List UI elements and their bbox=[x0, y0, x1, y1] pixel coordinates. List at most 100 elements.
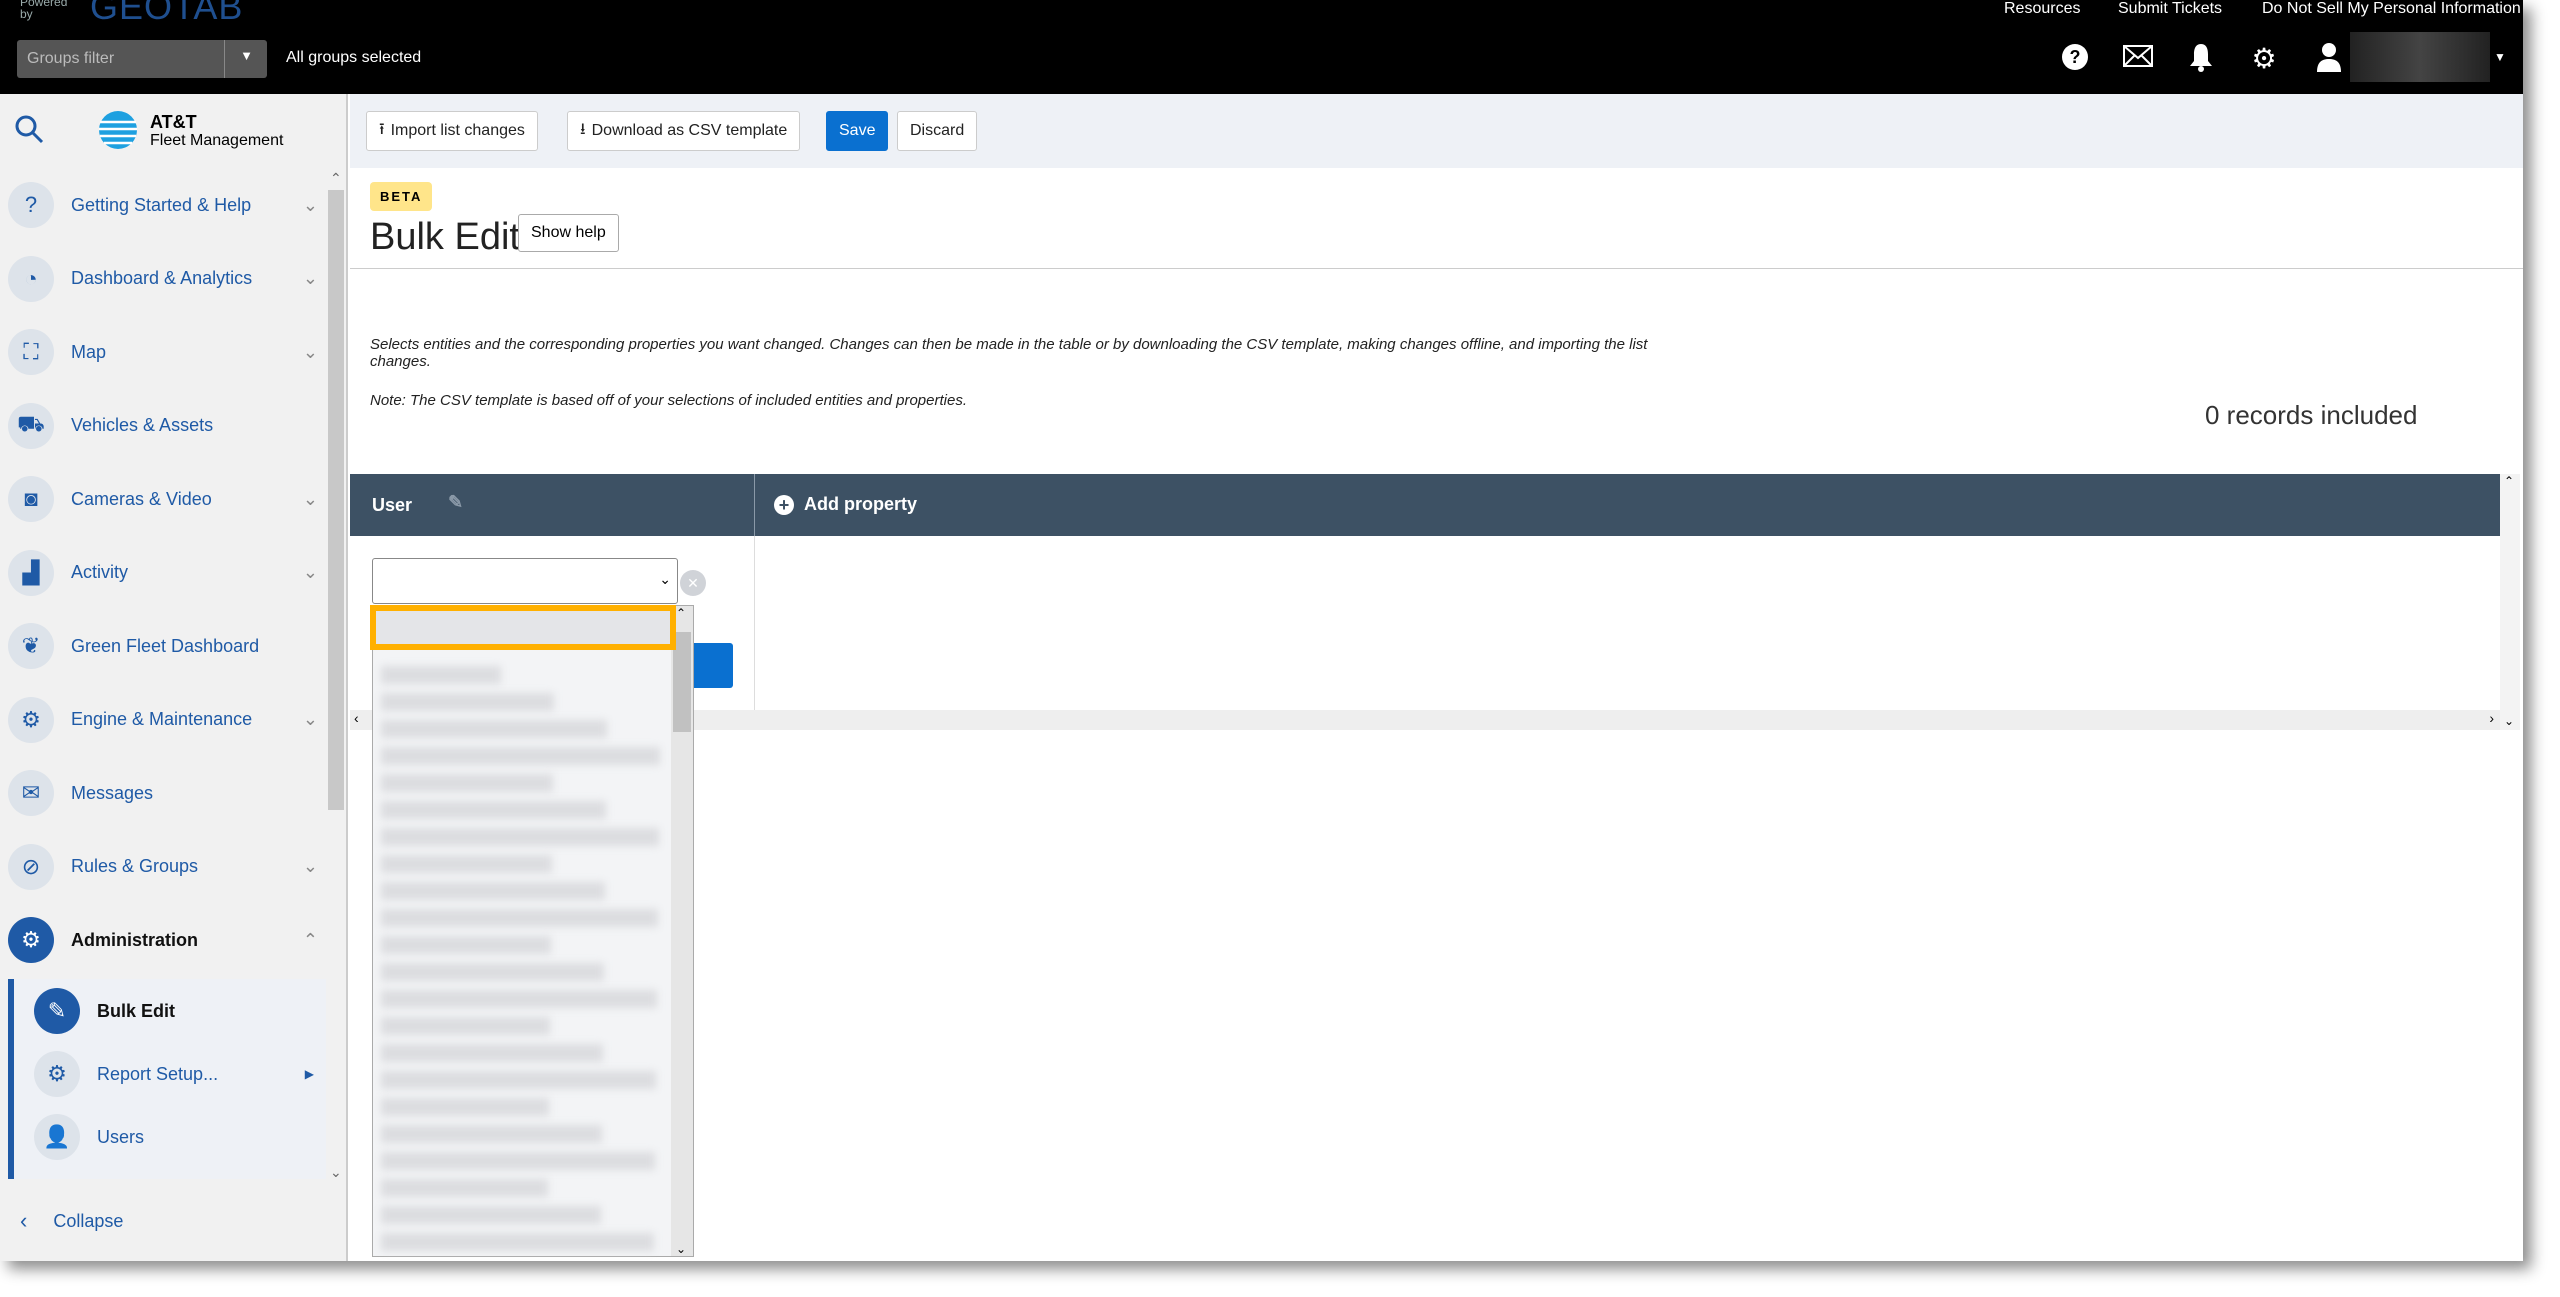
sidebar-scrollbar[interactable] bbox=[328, 190, 344, 810]
redacted-option[interactable] bbox=[381, 1044, 603, 1062]
dropdown-scrollbar[interactable]: ⌃ ⌄ bbox=[671, 606, 693, 1256]
vertical-scrollbar[interactable]: ⌃ ⌄ bbox=[2500, 474, 2520, 730]
sidebar-subitem[interactable]: ⚙ Report Setup... ▶ bbox=[34, 1049, 314, 1099]
import-list-changes-button[interactable]: ⭱ Import list changes bbox=[366, 111, 538, 151]
chevron-down-icon[interactable]: ⌄ bbox=[303, 709, 318, 730]
redacted-option[interactable] bbox=[381, 1152, 655, 1170]
highlighted-option[interactable] bbox=[370, 605, 676, 650]
sidebar-item-cameras-video[interactable]: ◙ Cameras & Video ⌄ bbox=[8, 474, 318, 524]
redacted-option[interactable] bbox=[381, 720, 607, 738]
sidebar-subitem-label: Report Setup... bbox=[97, 1063, 219, 1084]
save-button[interactable]: Save bbox=[826, 111, 889, 151]
main-content: ⭱ Import list changes ⭳ Download as CSV te… bbox=[350, 94, 2523, 1261]
sidebar-item-label: Getting Started & Help bbox=[71, 194, 252, 215]
sidebar-item-engine-maintenance[interactable]: ⚙ Engine & Maintenance ⌄ bbox=[8, 695, 318, 745]
chevron-down-icon[interactable]: ⌄ bbox=[303, 856, 318, 877]
redacted-option[interactable] bbox=[381, 1098, 549, 1116]
chevron-down-icon[interactable]: ⌄ bbox=[303, 562, 318, 583]
collapse-button[interactable]: ‹ Collapse bbox=[20, 1208, 123, 1234]
clear-icon[interactable]: ✕ bbox=[680, 570, 706, 596]
sidebar-item-green-fleet-dashboard[interactable]: ❦ Green Fleet Dashboard bbox=[8, 621, 318, 671]
download-csv-button[interactable]: ⭳ Download as CSV template bbox=[567, 111, 801, 151]
user-icon[interactable] bbox=[2312, 42, 2346, 76]
scroll-down-icon[interactable]: ⌄ bbox=[330, 1164, 342, 1181]
sidebar-item-activity[interactable]: ▟ Activity ⌄ bbox=[8, 548, 318, 598]
report-setup-icon: ⚙ bbox=[34, 1051, 80, 1097]
sidebar-item-label: Engine & Maintenance bbox=[71, 709, 253, 729]
add-property-button[interactable]: + Add property bbox=[774, 494, 917, 515]
collapse-label: Collapse bbox=[53, 1210, 124, 1231]
sidebar-subitem[interactable]: ✎ Bulk Edit bbox=[34, 986, 314, 1036]
mail-icon: ✉ bbox=[8, 770, 54, 816]
sidebar-item-messages[interactable]: ✉ Messages bbox=[8, 768, 318, 818]
engine-icon: ⚙ bbox=[8, 696, 54, 743]
resources-link[interactable]: Resources bbox=[2004, 0, 2080, 18]
mail-icon[interactable] bbox=[2121, 42, 2155, 76]
plus-circle-icon: + bbox=[774, 494, 794, 515]
sidebar-item-label: Messages bbox=[71, 782, 154, 803]
user-dropdown-list[interactable]: ⌃ ⌄ bbox=[372, 605, 694, 1257]
bell-icon[interactable] bbox=[2184, 42, 2218, 76]
divider bbox=[350, 268, 2523, 269]
caret-down-icon[interactable]: ▼ bbox=[240, 48, 253, 63]
redacted-option[interactable] bbox=[381, 747, 660, 765]
chevron-down-icon[interactable]: ⌄ bbox=[303, 268, 318, 289]
sidebar-subitem[interactable]: 👤 Users bbox=[34, 1112, 314, 1162]
att-globe-icon bbox=[98, 110, 138, 155]
redacted-option[interactable] bbox=[381, 882, 605, 900]
redacted-option[interactable] bbox=[381, 1206, 601, 1224]
discard-button[interactable]: Discard bbox=[897, 111, 978, 151]
chevron-down-icon[interactable]: ⌄ bbox=[303, 195, 318, 216]
redacted-option[interactable] bbox=[381, 1179, 548, 1197]
redacted-option[interactable] bbox=[381, 1071, 656, 1089]
redacted-option[interactable] bbox=[381, 909, 658, 927]
caret-down-icon[interactable]: ▼ bbox=[2494, 50, 2506, 64]
leaf-icon: ❦ bbox=[8, 623, 54, 669]
chevron-down-icon[interactable]: ⌄ bbox=[303, 489, 318, 510]
redacted-option[interactable] bbox=[381, 828, 659, 846]
pencil-icon[interactable]: ✎ bbox=[448, 492, 463, 513]
user-select[interactable]: ⌄ bbox=[372, 558, 678, 604]
bulk-edit-icon: ✎ bbox=[34, 988, 80, 1034]
chevron-up-icon[interactable]: ⌃ bbox=[303, 930, 318, 951]
help-icon: ? bbox=[8, 182, 54, 228]
top-bar: Powered by GEOTAB Groups filter ▼ All gro… bbox=[0, 0, 2523, 94]
sidebar-item-map[interactable]: ⛶ Map ⌄ bbox=[8, 327, 318, 377]
sidebar-item-vehicles-assets[interactable]: ⛟ Vehicles & Assets bbox=[8, 401, 318, 451]
sidebar-item-getting-started-help[interactable]: ? Getting Started & Help ⌄ bbox=[8, 180, 318, 230]
redacted-option[interactable] bbox=[381, 801, 606, 819]
toolbar: ⭱ Import list changes ⭳ Download as CSV te… bbox=[350, 94, 2523, 168]
redacted-option[interactable] bbox=[381, 774, 553, 792]
sidebar-item-label: Administration bbox=[71, 929, 199, 950]
sidebar-item-rules-groups[interactable]: ⊘ Rules & Groups ⌄ bbox=[8, 842, 318, 892]
chevron-down-icon[interactable]: ⌄ bbox=[303, 342, 318, 363]
redacted-option[interactable] bbox=[381, 936, 551, 954]
redacted-option[interactable] bbox=[381, 855, 552, 873]
truck-icon: ⛟ bbox=[8, 402, 54, 449]
camera-icon: ◙ bbox=[8, 476, 54, 522]
submit-tickets-link[interactable]: Submit Tickets bbox=[2118, 0, 2222, 18]
sidebar-item-administration[interactable]: ⚙ Administration ⌃ bbox=[8, 915, 318, 965]
scroll-up-icon[interactable]: ⌃ bbox=[330, 170, 342, 187]
sidebar-item-dashboard-analytics[interactable]: ◔ Dashboard & Analytics ⌄ bbox=[8, 254, 318, 304]
sidebar-item-label: Rules & Groups bbox=[71, 856, 199, 876]
geotab-logo: GEOTAB bbox=[90, 0, 244, 27]
show-help-button[interactable]: Show help bbox=[518, 214, 619, 252]
search-icon[interactable] bbox=[14, 114, 44, 152]
powered-by: Powered by bbox=[20, 0, 68, 21]
redacted-option[interactable] bbox=[381, 666, 501, 684]
redacted-option[interactable] bbox=[381, 1017, 550, 1035]
gear-icon[interactable]: ⚙ bbox=[2247, 42, 2281, 76]
redacted-option[interactable] bbox=[381, 963, 604, 981]
sidebar-item-label: Activity bbox=[71, 562, 129, 582]
pie-chart-icon: ◔ bbox=[8, 255, 54, 302]
do-not-sell-link[interactable]: Do Not Sell My Personal Information bbox=[2262, 0, 2521, 18]
sidebar-subitem-label: Users bbox=[97, 1126, 145, 1147]
groups-filter[interactable]: Groups filter ▼ bbox=[17, 40, 267, 78]
redacted-option[interactable] bbox=[381, 693, 554, 711]
user-name-redacted[interactable] bbox=[2350, 32, 2490, 82]
redacted-option[interactable] bbox=[381, 1233, 654, 1251]
redacted-option[interactable] bbox=[381, 1125, 602, 1143]
redacted-option[interactable] bbox=[381, 990, 657, 1008]
help-icon[interactable]: ? bbox=[2058, 42, 2092, 76]
